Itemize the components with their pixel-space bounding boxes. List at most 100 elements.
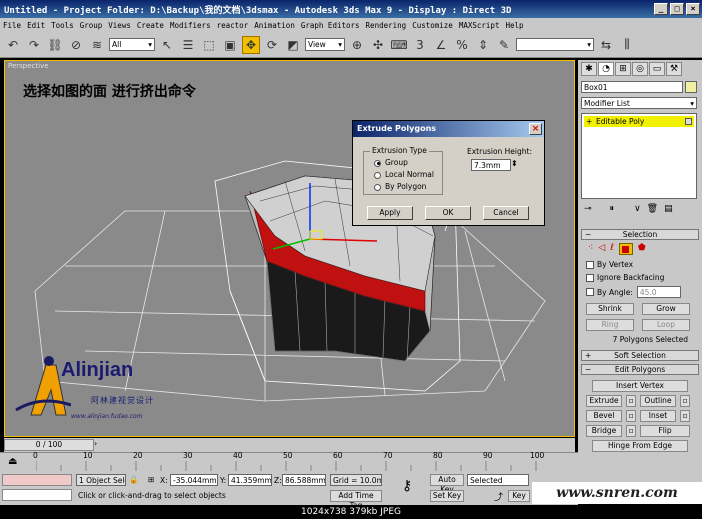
menu-animation[interactable]: Animation	[251, 21, 298, 30]
cancel-button[interactable]: Cancel	[483, 206, 529, 220]
menu-group[interactable]: Group	[77, 21, 106, 30]
rectangular-selection-icon[interactable]: ⬚	[200, 36, 218, 54]
menu-modifiers[interactable]: Modifiers	[167, 21, 214, 30]
dialog-title-bar[interactable]: Extrude Polygons ×	[353, 121, 544, 137]
select-scale-icon[interactable]: ◩	[284, 36, 302, 54]
radio-by-polygon[interactable]: By Polygon	[374, 182, 426, 191]
spinner-snap-icon[interactable]: ⇕	[474, 36, 492, 54]
selection-filter-dropdown[interactable]: All ▾	[109, 38, 155, 51]
selection-rollout-header[interactable]: − Selection	[581, 229, 699, 240]
extrude-settings-icon[interactable]: ▫	[626, 395, 636, 407]
bridge-settings-icon[interactable]: ▫	[626, 425, 636, 437]
redo-icon[interactable]: ↷	[25, 36, 43, 54]
select-object-icon[interactable]: ↖	[158, 36, 176, 54]
menu-graph-editors[interactable]: Graph Editors	[298, 21, 363, 30]
z-coordinate[interactable]: 86.588mm	[282, 474, 326, 486]
track-bar-menu-icon[interactable]: ⏏	[8, 456, 17, 467]
shrink-button[interactable]: Shrink	[586, 303, 634, 315]
perspective-viewport[interactable]: Perspective 选择如图的面 进行挤出命令 Alinjian 阿林建视觉…	[4, 60, 575, 437]
flip-button[interactable]: Flip	[640, 425, 690, 437]
menu-customize[interactable]: Customize	[409, 21, 456, 30]
ok-button[interactable]: OK	[425, 206, 471, 220]
key-selection-set[interactable]: Selected	[467, 474, 529, 486]
minimize-button[interactable]: _	[654, 3, 668, 15]
modify-tab-icon[interactable]: ◔	[598, 62, 614, 76]
border-icon[interactable]: ℓ	[610, 243, 614, 255]
spinner-icon[interactable]: ⬍	[511, 159, 518, 168]
auto-key-button[interactable]: Auto Key	[430, 474, 464, 494]
unlink-icon[interactable]: ⊘	[67, 36, 85, 54]
snap-toggle-icon[interactable]: 3	[411, 36, 429, 54]
select-by-name-icon[interactable]: ☰	[179, 36, 197, 54]
motion-tab-icon[interactable]: ◎	[632, 62, 648, 76]
y-coordinate[interactable]: 41.359mm	[228, 474, 272, 486]
x-coordinate[interactable]: -35.044mm	[170, 474, 218, 486]
menu-tools[interactable]: Tools	[48, 21, 77, 30]
stack-item-editable-poly[interactable]: + Editable Poly	[584, 116, 694, 127]
remove-modifier-icon[interactable]: 🗑	[647, 204, 658, 214]
element-icon[interactable]: ⬟	[638, 243, 646, 255]
align-icon[interactable]: ⫼	[618, 36, 636, 54]
key-filter-icon[interactable]: ⤴	[494, 490, 503, 503]
make-unique-icon[interactable]: ∨	[634, 204, 641, 214]
menu-create[interactable]: Create	[134, 21, 167, 30]
bevel-settings-icon[interactable]: ▫	[626, 410, 636, 422]
lock-selection-icon[interactable]: 🔒	[129, 475, 138, 484]
edit-named-selection-icon[interactable]: ✎	[495, 36, 513, 54]
angle-snap-icon[interactable]: ∠	[432, 36, 450, 54]
object-name-input[interactable]: Box01	[581, 81, 683, 93]
track-bar[interactable]: ⏏ 0 10 20 30 40 50 60 70 80 90 100	[0, 451, 578, 472]
vertex-icon[interactable]: ⁖	[588, 243, 593, 255]
menu-rendering[interactable]: Rendering	[363, 21, 410, 30]
loop-button[interactable]: Loop	[642, 319, 690, 331]
bind-space-warp-icon[interactable]: ≋	[88, 36, 106, 54]
apply-button[interactable]: Apply	[367, 206, 413, 220]
hinge-from-edge-button[interactable]: Hinge From Edge	[592, 440, 688, 452]
add-time-tag-button[interactable]: Add Time Tag	[330, 490, 382, 510]
by-vertex-checkbox[interactable]: By Vertex	[578, 258, 702, 271]
show-end-result-icon[interactable]: ⏸	[610, 204, 615, 214]
outline-settings-icon[interactable]: ▫	[680, 395, 690, 407]
menu-views[interactable]: Views	[105, 21, 134, 30]
maxscript-listener[interactable]	[2, 474, 72, 486]
key-mode-icon[interactable]: ⚷	[402, 478, 412, 494]
pin-stack-icon[interactable]: ⊸	[584, 204, 592, 214]
mirror-icon[interactable]: ⇆	[597, 36, 615, 54]
close-button[interactable]: ×	[686, 3, 700, 15]
display-tab-icon[interactable]: ▭	[649, 62, 665, 76]
time-slider-thumb[interactable]: 0 / 100	[4, 439, 94, 451]
configure-sets-icon[interactable]: ▤	[664, 204, 673, 214]
set-key-button[interactable]: Set Key	[430, 490, 464, 502]
menu-edit[interactable]: Edit	[24, 21, 48, 30]
time-slider-bar[interactable]: 0 / 100 ›	[4, 438, 575, 452]
maximize-button[interactable]: □	[670, 3, 684, 15]
edit-polygons-rollout-header[interactable]: − Edit Polygons	[581, 364, 699, 375]
angle-input[interactable]: 45.0	[636, 286, 681, 298]
insert-vertex-button[interactable]: Insert Vertex	[592, 380, 688, 392]
undo-icon[interactable]: ↶	[4, 36, 22, 54]
select-move-icon[interactable]: ✥	[242, 35, 260, 54]
extrude-button[interactable]: Extrude	[586, 395, 622, 407]
maxscript-mini-listener[interactable]	[2, 489, 72, 501]
window-crossing-icon[interactable]: ▣	[221, 36, 239, 54]
create-tab-icon[interactable]: ✱	[581, 62, 597, 76]
menu-reactor[interactable]: reactor	[214, 21, 252, 30]
object-color-swatch[interactable]	[685, 81, 697, 93]
next-frame-icon[interactable]: ›	[94, 439, 97, 448]
key-filters-button[interactable]: Key Filte	[508, 490, 530, 502]
ignore-backfacing-checkbox[interactable]: Ignore Backfacing	[578, 271, 702, 284]
grow-button[interactable]: Grow	[642, 303, 690, 315]
percent-snap-icon[interactable]: %	[453, 36, 471, 54]
menu-maxscript[interactable]: MAXScript	[456, 21, 503, 30]
utilities-tab-icon[interactable]: ⚒	[666, 62, 682, 76]
checkbox-icon[interactable]	[586, 288, 594, 296]
radio-local-normal[interactable]: Local Normal	[374, 170, 434, 179]
ring-button[interactable]: Ring	[586, 319, 634, 331]
radio-group[interactable]: Group	[374, 158, 408, 167]
menu-help[interactable]: Help	[502, 21, 526, 30]
manipulate-icon[interactable]: ✣	[369, 36, 387, 54]
pivot-center-icon[interactable]: ⊕	[348, 36, 366, 54]
modifier-list-dropdown[interactable]: Modifier List ▾	[581, 97, 697, 109]
menu-file[interactable]: File	[0, 21, 24, 30]
inset-button[interactable]: Inset	[640, 410, 676, 422]
